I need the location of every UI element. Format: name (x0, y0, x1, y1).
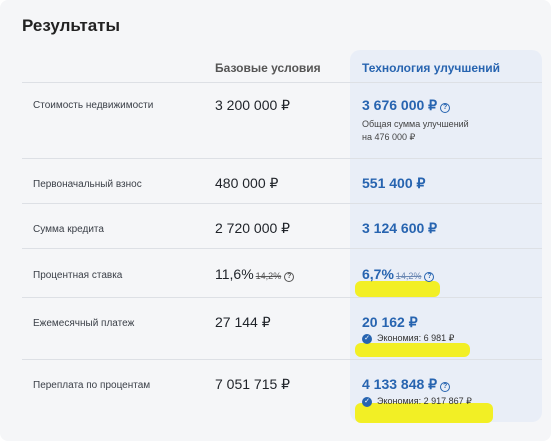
table-row-interest-rate: Процентная ставка 11,6% 14,2%? 6,7% 14,2%? (22, 248, 542, 297)
old-rate: 14,2% (395, 271, 422, 281)
base-value: 3 200 000 ₽ (215, 97, 291, 113)
column-header-base: Базовые условия (215, 61, 321, 75)
help-icon[interactable]: ? (284, 272, 295, 282)
base-value: 2 720 000 ₽ (215, 220, 291, 236)
table-row-down-payment: Первоначальный взнос 480 000 ₽ 551 400 ₽ (22, 158, 542, 203)
row-label: Переплата по процентам (33, 380, 151, 391)
help-icon[interactable]: ? (440, 103, 451, 113)
results-title: Результаты (22, 16, 121, 35)
base-value: 480 000 ₽ (215, 175, 279, 191)
check-icon: ✓ (362, 396, 372, 407)
base-value: 7 051 715 ₽ (215, 376, 291, 392)
table-row-loan-amount: Сумма кредита 2 720 000 ₽ 3 124 600 ₽ (22, 203, 542, 248)
row-label: Первоначальный взнос (33, 179, 142, 190)
tech-value: 3 676 000 ₽? (362, 97, 451, 114)
old-rate: 14,2% (255, 271, 282, 281)
tech-value: 20 162 ₽ (362, 314, 418, 330)
improvement-note: Общая сумма улучшений на 476 000 ₽ (362, 119, 469, 142)
tech-value: 551 400 ₽ (362, 175, 426, 191)
table-row-monthly-payment: Ежемесячный платеж 27 144 ₽ 20 162 ₽ ✓ Эк… (22, 297, 542, 359)
column-header-tech: Технология улучшений (362, 61, 501, 75)
help-icon[interactable]: ? (440, 382, 451, 392)
saving-badge: ✓ Экономия: 6 981 ₽ (362, 333, 454, 344)
row-label: Сумма кредита (33, 224, 104, 235)
saving-badge: ✓ Экономия: 2 917 867 ₽ (362, 396, 472, 407)
help-icon[interactable]: ? (424, 272, 435, 282)
check-icon: ✓ (362, 333, 372, 344)
row-label: Ежемесячный платеж (33, 318, 135, 329)
base-value: 27 144 ₽ (215, 314, 271, 330)
row-label: Стоимость недвижимости (33, 100, 154, 111)
tech-value: 6,7% 14,2%? (362, 266, 435, 282)
results-card: Результаты Базовые условия Технология ул… (0, 0, 551, 441)
tech-value: 4 133 848 ₽? (362, 376, 451, 393)
tech-value: 3 124 600 ₽ (362, 220, 438, 236)
table-row-property-cost: Стоимость недвижимости 3 200 000 ₽ 3 676… (22, 82, 542, 158)
row-label: Процентная ставка (33, 270, 123, 281)
table-row-interest-overpayment: Переплата по процентам 7 051 715 ₽ 4 133… (22, 359, 542, 422)
results-table: Базовые условия Технология улучшений Сто… (22, 50, 542, 422)
base-value: 11,6% 14,2%? (215, 266, 295, 282)
